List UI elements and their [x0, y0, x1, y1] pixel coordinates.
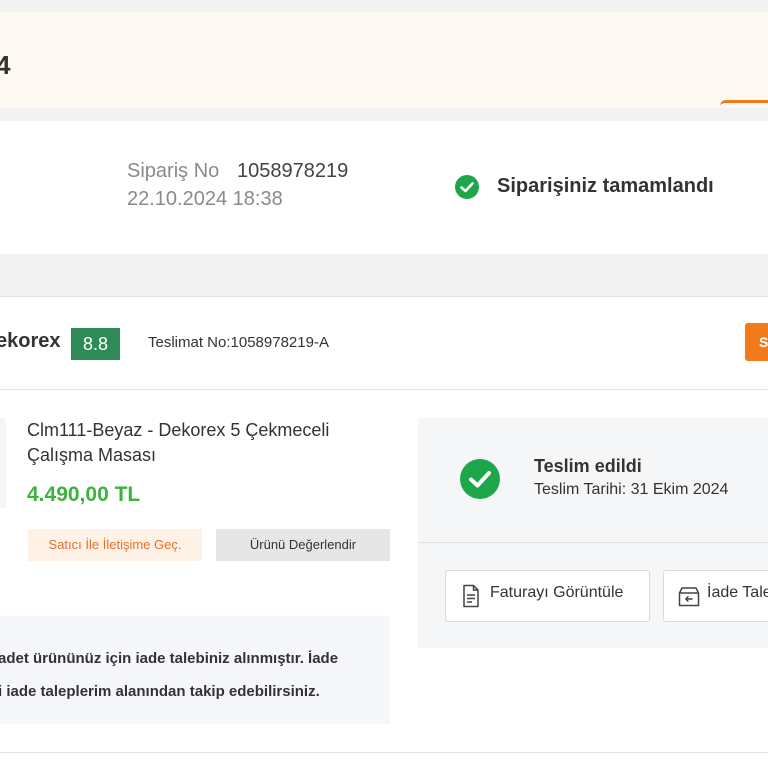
document-icon	[462, 584, 480, 608]
box-return-icon	[677, 584, 701, 608]
order-date: 22.10.2024 18:38	[127, 188, 283, 210]
product-name-line2: Çalışma Masası	[27, 445, 157, 465]
divider	[0, 389, 768, 390]
delivery-date: Teslim Tarihi: 31 Ekim 2024	[534, 481, 729, 498]
return-request-label: İade Tale	[707, 584, 768, 601]
divider	[0, 752, 768, 753]
product-name-line1: Clm111-Beyaz - Dekorex 5 Çekmeceli	[27, 420, 330, 440]
divider	[418, 542, 768, 543]
review-product-button[interactable]: Ürünü Değerlendir	[216, 529, 390, 561]
seller-name[interactable]: ekorex	[0, 330, 61, 353]
contact-seller-button[interactable]: Satıcı İle İletişime Geç.	[28, 529, 202, 561]
delivery-status-title: Teslim edildi	[534, 456, 642, 476]
order-status: Siparişiniz tamamlandı	[497, 175, 714, 197]
product-name[interactable]: Clm111-Beyaz - Dekorex 5 Çekmeceli Çalış…	[27, 418, 367, 468]
shipment-action-button[interactable]: S	[745, 323, 768, 361]
return-info-line1: adet ürününüz için iade talebiniz alınmı…	[0, 650, 339, 667]
product-price: 4.490,00 TL	[27, 483, 141, 506]
delivery-number: Teslimat No:1058978219-A	[148, 334, 329, 351]
order-number-value: 1058978219	[237, 160, 349, 182]
check-circle-icon	[455, 175, 479, 199]
view-invoice-label: Faturayı Görüntüle	[490, 584, 624, 601]
check-circle-icon	[460, 459, 500, 499]
delivery-number-value: 1058978219-A	[230, 334, 329, 351]
product-image[interactable]	[0, 418, 6, 508]
order-number-label: Sipariş No	[127, 160, 220, 182]
return-info-box	[0, 616, 390, 724]
order-banner	[0, 12, 768, 108]
return-info-line2: i iade taleplerim alanından takip edebil…	[0, 683, 320, 700]
delivery-number-label: Teslimat No:	[148, 334, 231, 351]
seller-score-badge: 8.8	[71, 328, 120, 360]
banner-accent-curve	[720, 100, 768, 106]
banner-title: 4	[0, 50, 11, 80]
